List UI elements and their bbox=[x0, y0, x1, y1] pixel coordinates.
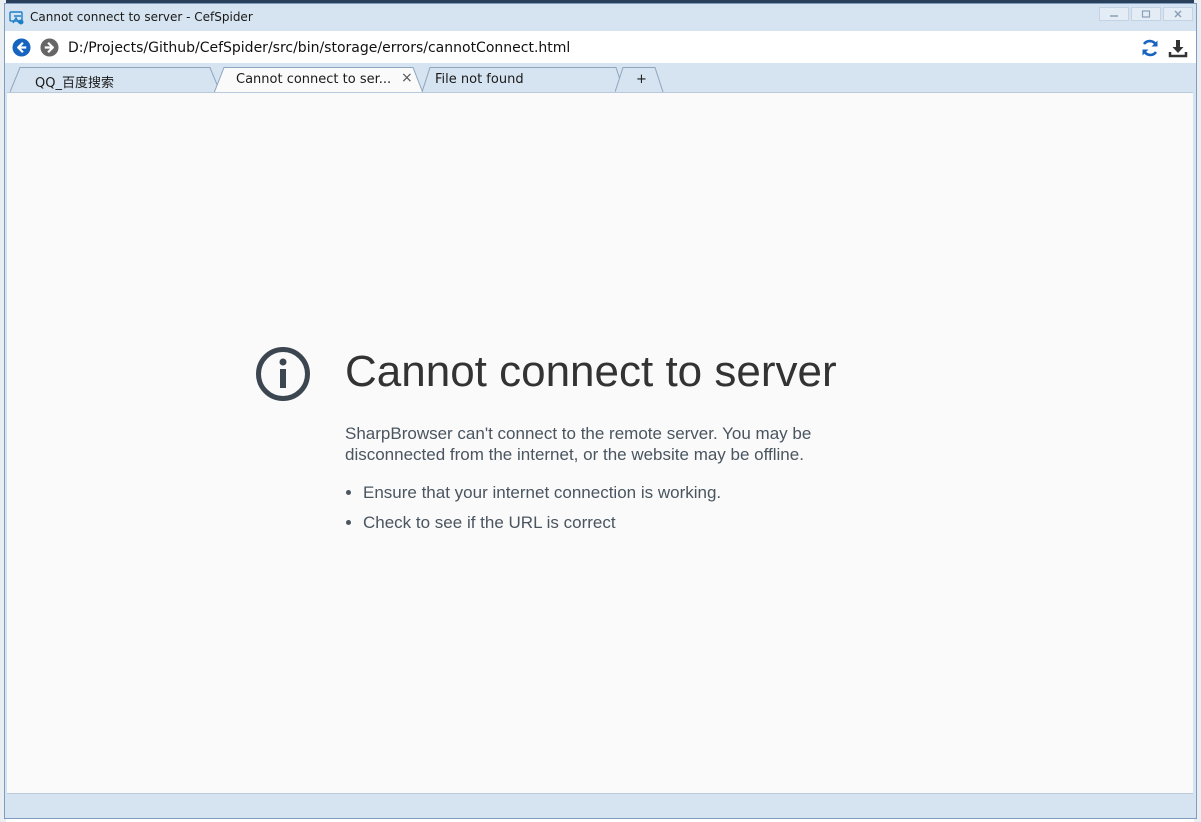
tab-label: Cannot connect to ser... bbox=[236, 72, 392, 87]
minimize-icon bbox=[1110, 15, 1118, 17]
window-controls bbox=[1099, 7, 1193, 21]
window-title: Cannot connect to server - CefSpider bbox=[30, 10, 253, 24]
error-tips-list: Ensure that your internet connection is … bbox=[345, 482, 721, 542]
browser-window: Cannot connect to server - CefSpider D:/… bbox=[4, 3, 1197, 819]
page-content: Cannot connect to server SharpBrowser ca… bbox=[7, 92, 1193, 794]
list-item: Ensure that your internet connection is … bbox=[363, 482, 721, 503]
maximize-button[interactable] bbox=[1131, 7, 1161, 21]
minimize-button[interactable] bbox=[1099, 7, 1129, 21]
refresh-icon[interactable] bbox=[1140, 38, 1160, 58]
title-bar[interactable]: Cannot connect to server - CefSpider bbox=[5, 4, 1196, 31]
back-arrow-icon[interactable] bbox=[12, 38, 31, 57]
tab-close-icon[interactable]: × bbox=[401, 70, 413, 86]
download-icon[interactable] bbox=[1168, 38, 1188, 58]
maximize-icon bbox=[1141, 10, 1151, 18]
new-tab-button[interactable]: + bbox=[615, 67, 667, 92]
close-button[interactable] bbox=[1163, 7, 1193, 21]
tab-label: QQ_百度搜索 bbox=[35, 76, 114, 91]
list-item: Check to see if the URL is correct bbox=[363, 512, 721, 533]
tab-cannot-connect[interactable]: Cannot connect to ser... × bbox=[214, 67, 424, 93]
url-input[interactable]: D:/Projects/Github/CefSpider/src/bin/sto… bbox=[68, 40, 570, 56]
address-bar: D:/Projects/Github/CefSpider/src/bin/sto… bbox=[5, 31, 1196, 63]
app-spider-icon bbox=[9, 11, 24, 25]
close-icon bbox=[1174, 10, 1182, 18]
info-icon bbox=[256, 347, 310, 401]
plus-icon: + bbox=[636, 72, 647, 87]
error-description: SharpBrowser can't connect to the remote… bbox=[345, 424, 812, 464]
tab-strip: QQ_百度搜索 File not found + Cannot connect … bbox=[5, 63, 1196, 93]
forward-arrow-icon[interactable] bbox=[40, 38, 59, 57]
error-title: Cannot connect to server bbox=[345, 347, 837, 396]
tab-file-not-found[interactable]: File not found bbox=[422, 67, 627, 92]
status-bar bbox=[5, 794, 1196, 818]
tab-label: File not found bbox=[435, 72, 524, 87]
tab-qq-search[interactable]: QQ_百度搜索 bbox=[10, 67, 220, 92]
